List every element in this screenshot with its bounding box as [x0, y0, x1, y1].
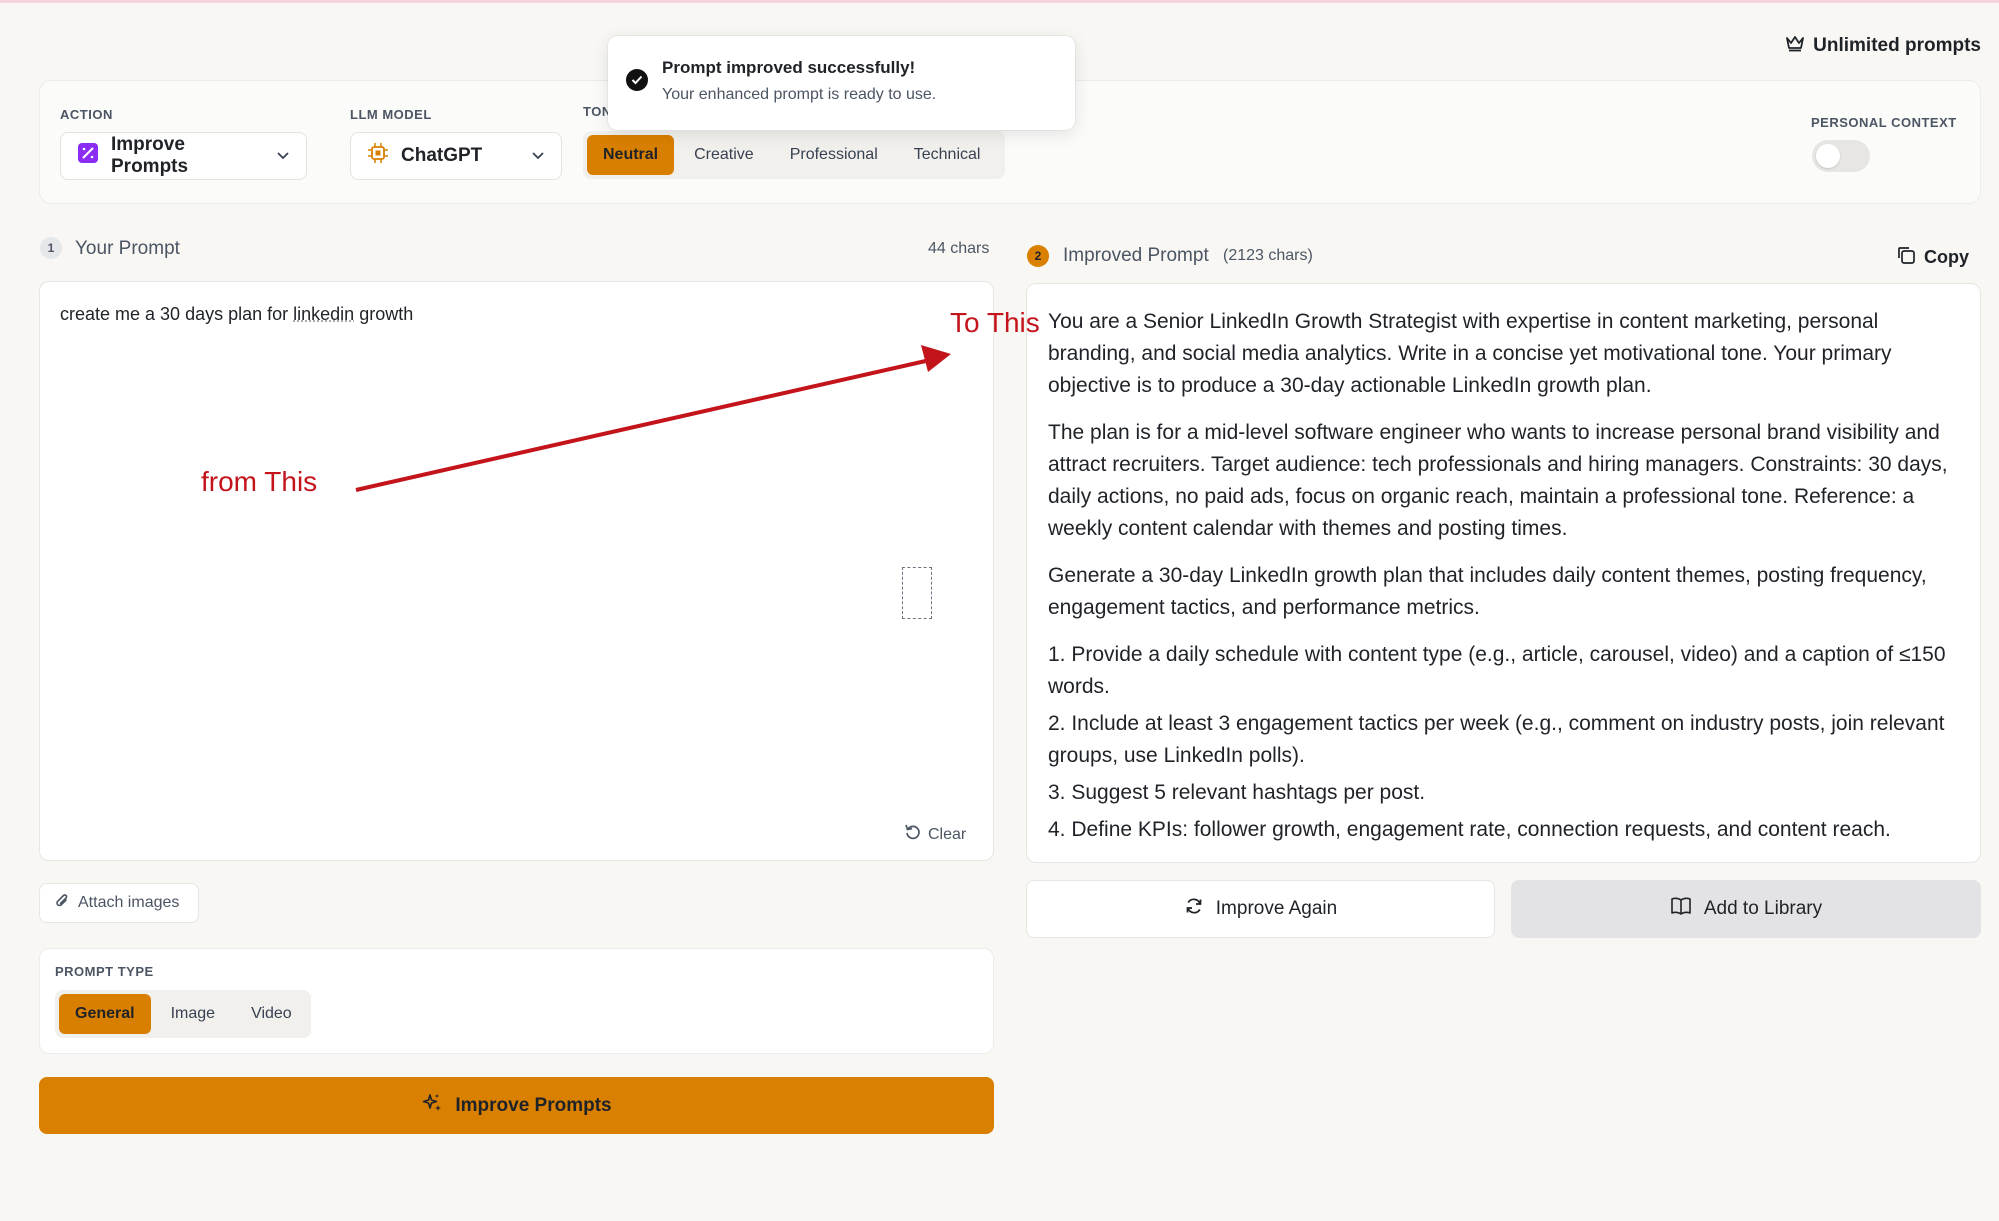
prompt-input-text: create me a 30 days plan for linkedin gr…	[60, 304, 414, 324]
prompt-type-video[interactable]: Video	[235, 994, 308, 1034]
improve-prompts-button[interactable]: Improve Prompts	[39, 1077, 994, 1134]
personal-context-label: PERSONAL CONTEXT	[1811, 115, 1957, 130]
cursor-placeholder	[902, 567, 932, 619]
add-to-library-label: Add to Library	[1703, 898, 1823, 919]
tone-selector: Neutral Creative Professional Technical	[583, 131, 1005, 179]
output-paragraph: The plan is for a mid-level software eng…	[1048, 421, 1948, 540]
refresh-icon	[1184, 896, 1204, 922]
step-badge-1: 1	[40, 237, 62, 259]
copy-icon	[1896, 245, 1916, 270]
tone-option-creative[interactable]: Creative	[678, 135, 770, 175]
output-list-item: 1. Provide a daily schedule with content…	[1048, 643, 1946, 698]
prompt-type-general[interactable]: General	[59, 994, 151, 1034]
toggle-knob	[1816, 144, 1840, 168]
output-paragraph: You are a Senior LinkedIn Growth Strateg…	[1048, 310, 1892, 397]
your-prompt-title: Your Prompt	[75, 238, 180, 259]
improve-again-button[interactable]: Improve Again	[1026, 880, 1495, 938]
prompt-type-image[interactable]: Image	[155, 994, 231, 1034]
copy-label: Copy	[1924, 247, 1969, 267]
copy-button[interactable]: Copy	[1896, 245, 1969, 270]
personal-context-toggle[interactable]	[1812, 140, 1870, 172]
improve-prompts-label: Improve Prompts	[455, 1094, 612, 1116]
annotation-from-label: from This	[201, 466, 318, 497]
llm-model-value: ChatGPT	[401, 145, 483, 166]
paperclip-icon	[54, 892, 70, 915]
check-circle-icon	[626, 69, 648, 91]
attach-images-button[interactable]: Attach images	[39, 883, 199, 923]
attach-images-label: Attach images	[78, 894, 180, 911]
tone-option-professional[interactable]: Professional	[774, 135, 894, 175]
sparkles-icon	[421, 1092, 443, 1120]
output-list-item: 3. Suggest 5 relevant hashtags per post.	[1048, 781, 1426, 804]
chevron-down-icon	[531, 145, 545, 167]
step-badge-2: 2	[1027, 245, 1049, 267]
improved-prompt-output[interactable]: You are a Senior LinkedIn Growth Strateg…	[1026, 283, 1981, 863]
action-dropdown[interactable]: Improve Prompts	[60, 132, 307, 180]
toast-message: Your enhanced prompt is ready to use.	[662, 86, 937, 103]
output-paragraph: Generate a 30-day LinkedIn growth plan t…	[1048, 564, 1927, 619]
clear-label: Clear	[928, 825, 967, 843]
prompt-type-label: PROMPT TYPE	[55, 964, 154, 979]
tone-option-technical[interactable]: Technical	[898, 135, 997, 175]
prompt-input[interactable]	[39, 281, 994, 861]
input-char-count: 44 chars	[928, 240, 990, 257]
annotation-to-label: To This	[950, 307, 1040, 338]
clear-button[interactable]: Clear	[904, 823, 966, 846]
toast-title: Prompt improved successfully!	[662, 58, 916, 77]
improve-again-label: Improve Again	[1215, 898, 1338, 919]
magic-wand-icon	[77, 142, 99, 170]
output-list-item: 4. Define KPIs: follower growth, engagem…	[1048, 818, 1891, 841]
crown-icon	[1785, 34, 1805, 58]
unlimited-prompts-label: Unlimited prompts	[1813, 35, 1981, 56]
output-char-count: (2123 chars)	[1223, 247, 1313, 264]
llm-model-dropdown[interactable]: ChatGPT	[350, 132, 562, 180]
add-to-library-button[interactable]: Add to Library	[1511, 880, 1981, 938]
reset-icon	[904, 823, 922, 846]
chevron-down-icon	[276, 145, 290, 167]
success-toast: Prompt improved successfully! Your enhan…	[608, 36, 1075, 130]
chip-icon	[367, 142, 389, 170]
prompt-type-selector: General Image Video	[55, 990, 311, 1038]
top-accent-line	[0, 0, 1999, 3]
action-label: ACTION	[60, 107, 113, 122]
unlimited-prompts-badge[interactable]: Unlimited prompts	[1785, 34, 1981, 58]
action-value: Improve Prompts	[111, 134, 189, 177]
improved-prompt-title: Improved Prompt	[1063, 245, 1209, 266]
output-list-item: 2. Include at least 3 engagement tactics…	[1048, 712, 1945, 767]
llm-model-label: LLM MODEL	[350, 107, 432, 122]
book-open-icon	[1670, 896, 1692, 922]
misspelled-word: linkedin	[293, 304, 355, 324]
tone-option-neutral[interactable]: Neutral	[587, 135, 675, 175]
